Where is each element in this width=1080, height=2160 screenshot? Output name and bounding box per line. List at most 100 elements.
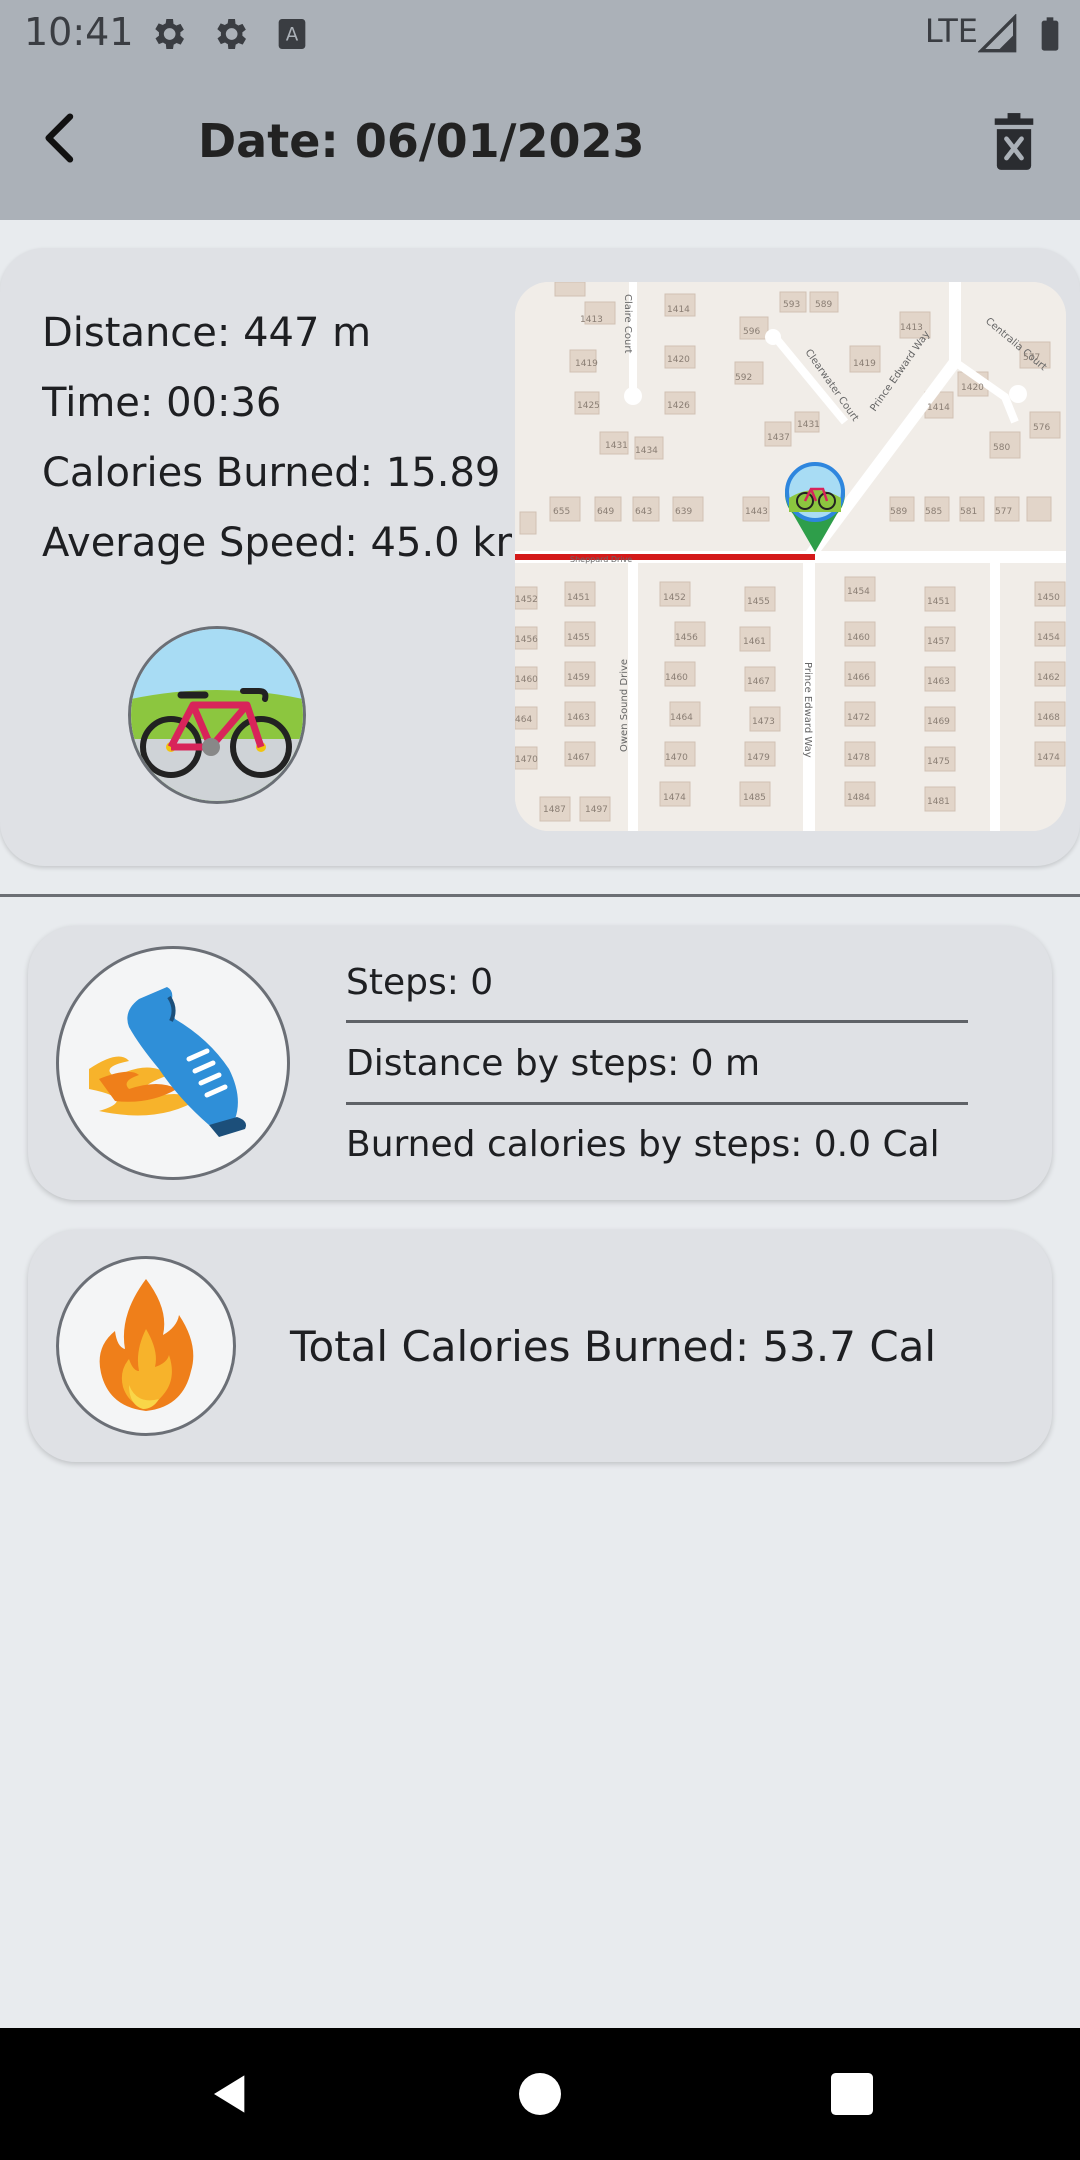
total-calories-text: Total Calories Burned: 53.7 Cal [290, 1322, 937, 1371]
nav-recents-icon[interactable] [824, 2066, 880, 2122]
status-bar: 10:41 A LTE [0, 0, 1080, 66]
svg-text:1484: 1484 [847, 793, 870, 803]
settings-icon [217, 19, 246, 49]
svg-text:1454: 1454 [1037, 633, 1060, 643]
svg-text:Owen Sound Drive: Owen Sound Drive [619, 659, 630, 752]
svg-text:1426: 1426 [667, 401, 690, 411]
svg-text:649: 649 [597, 507, 614, 517]
calories-text: Calories Burned: 15.89 Cal [42, 450, 512, 496]
bicycle-icon [128, 626, 306, 804]
svg-text:1466: 1466 [847, 673, 870, 683]
svg-text:592: 592 [735, 373, 752, 383]
svg-text:1487: 1487 [543, 805, 566, 815]
svg-text:577: 577 [1023, 353, 1040, 363]
svg-text:1460: 1460 [515, 675, 538, 685]
nav-home-icon[interactable] [512, 2066, 568, 2122]
svg-text:1452: 1452 [663, 593, 686, 603]
svg-text:1452: 1452 [515, 595, 538, 605]
svg-text:1463: 1463 [927, 677, 950, 687]
activity-stats: Distance: 447 m Time: 00:36 Calories Bur… [42, 298, 512, 578]
svg-text:1474: 1474 [1037, 753, 1060, 763]
svg-text:1468: 1468 [1037, 713, 1060, 723]
svg-text:1455: 1455 [567, 633, 590, 643]
svg-text:1472: 1472 [847, 713, 870, 723]
average-speed-text: Average Speed: 45.0 km/h [42, 520, 512, 566]
svg-text:1451: 1451 [927, 597, 950, 607]
running-shoe-icon [56, 946, 290, 1180]
svg-text:464: 464 [515, 715, 532, 725]
svg-text:1479: 1479 [747, 753, 770, 763]
svg-text:1470: 1470 [665, 753, 688, 763]
keyboard-a-icon: A [278, 19, 306, 49]
svg-text:1451: 1451 [567, 593, 590, 603]
svg-text:1414: 1414 [667, 305, 690, 315]
svg-text:1461: 1461 [743, 637, 766, 647]
svg-text:1454: 1454 [847, 587, 870, 597]
status-time: 10:41 [24, 10, 134, 54]
route-map[interactable]: Claire Court Clearwater Court Prince Edw… [515, 282, 1066, 831]
svg-text:1414: 1414 [927, 403, 950, 413]
system-navigation-bar [0, 2028, 1080, 2160]
svg-text:1478: 1478 [847, 753, 870, 763]
page-title: Date: 06/01/2023 [198, 114, 645, 168]
svg-text:1457: 1457 [927, 637, 950, 647]
svg-text:1460: 1460 [847, 633, 870, 643]
delete-icon[interactable] [988, 112, 1040, 172]
svg-text:1420: 1420 [667, 355, 690, 365]
svg-text:1473: 1473 [752, 717, 775, 727]
fire-icon [56, 1256, 236, 1436]
svg-text:1450: 1450 [1037, 593, 1060, 603]
burned-calories-by-steps-text: Burned calories by steps: 0.0 Cal [346, 1124, 940, 1165]
svg-text:1431: 1431 [797, 420, 820, 430]
svg-text:596: 596 [743, 327, 760, 337]
svg-text:1460: 1460 [665, 673, 688, 683]
steps-divider [346, 1102, 968, 1105]
nav-back-icon[interactable] [200, 2066, 256, 2122]
svg-text:1425: 1425 [577, 401, 600, 411]
svg-text:1456: 1456 [675, 633, 698, 643]
arrow-back-icon[interactable] [30, 106, 94, 170]
svg-text:1437: 1437 [767, 433, 790, 443]
svg-text:1459: 1459 [567, 673, 590, 683]
battery-icon [1041, 17, 1059, 51]
svg-text:1413: 1413 [900, 323, 923, 333]
steps-divider [346, 1020, 968, 1023]
svg-text:1481: 1481 [927, 797, 950, 807]
svg-text:1462: 1462 [1037, 673, 1060, 683]
time-text: Time: 00:36 [42, 380, 282, 426]
svg-text:1464: 1464 [670, 713, 693, 723]
svg-text:1474: 1474 [663, 793, 686, 803]
svg-text:581: 581 [960, 507, 977, 517]
svg-text:1419: 1419 [853, 359, 876, 369]
svg-text:589: 589 [890, 507, 907, 517]
svg-text:1434: 1434 [635, 446, 658, 456]
signal-icon [978, 14, 1017, 53]
network-label: LTE [924, 12, 978, 50]
svg-text:1485: 1485 [743, 793, 766, 803]
svg-text:Prince Edward Way: Prince Edward Way [802, 662, 813, 758]
svg-text:1463: 1463 [567, 713, 590, 723]
svg-text:1467: 1467 [747, 677, 770, 687]
svg-text:1456: 1456 [515, 635, 538, 645]
total-calories-card[interactable]: Total Calories Burned: 53.7 Cal [28, 1230, 1052, 1462]
svg-text:1413: 1413 [580, 315, 603, 325]
svg-text:593: 593 [783, 300, 800, 310]
svg-text:576: 576 [1033, 423, 1050, 433]
svg-text:655: 655 [553, 507, 570, 517]
distance-by-steps-text: Distance by steps: 0 m [346, 1043, 761, 1084]
steps-text: Steps: 0 [346, 962, 494, 1003]
svg-text:1431: 1431 [605, 441, 628, 451]
activity-card[interactable]: Distance: 447 m Time: 00:36 Calories Bur… [0, 248, 1080, 866]
svg-text:1497: 1497 [585, 805, 608, 815]
app-bar: Date: 06/01/2023 [0, 66, 1080, 220]
section-divider [0, 894, 1080, 897]
svg-text:1469: 1469 [927, 717, 950, 727]
svg-text:A: A [286, 25, 299, 46]
svg-text:Claire Court: Claire Court [622, 294, 633, 353]
svg-text:Sheppard Drive: Sheppard Drive [570, 555, 632, 564]
svg-text:1419: 1419 [575, 359, 598, 369]
svg-text:1467: 1467 [567, 753, 590, 763]
settings-icon [155, 19, 184, 49]
svg-text:1455: 1455 [747, 597, 770, 607]
steps-card[interactable]: Steps: 0 Distance by steps: 0 m Burned c… [28, 926, 1052, 1200]
